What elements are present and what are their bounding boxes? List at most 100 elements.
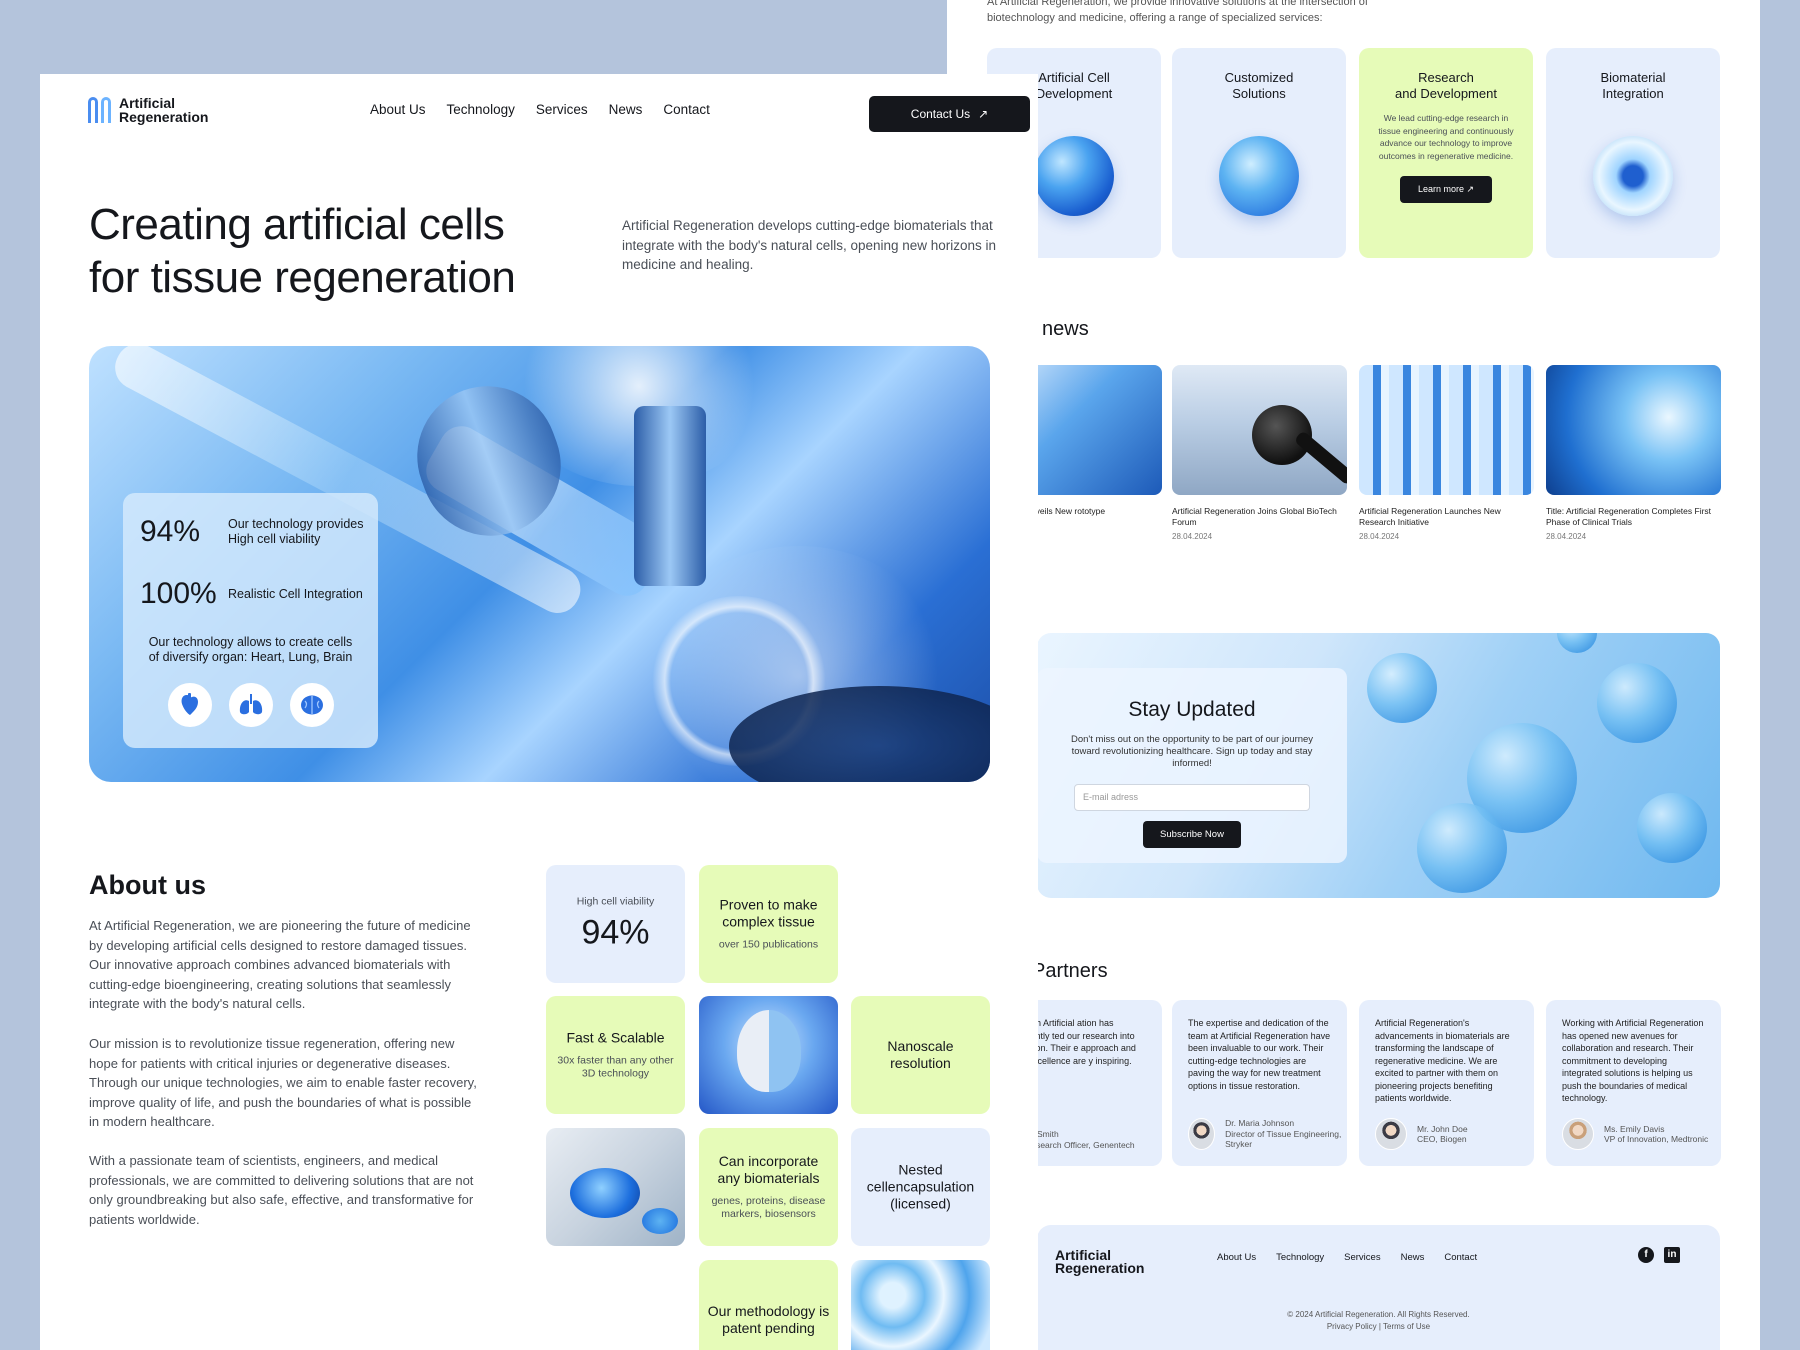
testimonial-card: Working with Artificial Regeneration has…	[1546, 1000, 1721, 1166]
author-role: Director of Tissue Engineering, Stryker	[1225, 1128, 1342, 1150]
stat-value: 100%	[140, 577, 217, 610]
footer-link-technology[interactable]: Technology	[1276, 1252, 1324, 1263]
footer-logo[interactable]: Artificial Regeneration	[1055, 1248, 1145, 1276]
logo-text: Regeneration	[1055, 1260, 1145, 1276]
news-date: 28.04.2024	[1359, 532, 1400, 541]
news-image[interactable]	[1172, 365, 1347, 495]
nav-link-technology[interactable]: Technology	[447, 102, 515, 117]
subscribe-text: Don't miss out on the opportunity to be …	[1070, 734, 1314, 769]
avatar	[1375, 1118, 1407, 1150]
site-logo[interactable]: Artificial Regeneration	[88, 96, 208, 124]
news-caption[interactable]: Title: Artificial Regeneration Completes…	[1546, 506, 1721, 542]
footer-link-contact[interactable]: Contact	[1444, 1252, 1477, 1263]
nav-link-services[interactable]: Services	[536, 102, 588, 117]
tile-head-image	[699, 996, 838, 1114]
tile-patent-pending: Our methodology is patent pending	[699, 1260, 838, 1350]
tile-title: Nanoscale resolution	[887, 1038, 954, 1071]
organ-icons	[123, 683, 378, 727]
service-title: Customized Solutions	[1224, 70, 1294, 101]
testimonial-author: Mr. John Doe CEO, Biogen	[1375, 1118, 1468, 1150]
linkedin-icon[interactable]: in	[1664, 1247, 1680, 1263]
service-card-research[interactable]: Research and Development We lead cutting…	[1359, 48, 1533, 258]
news-title: Title: Artificial Regeneration Completes…	[1546, 506, 1712, 527]
nav-link-news[interactable]: News	[609, 102, 643, 117]
news-date: 28.04.2024	[1546, 532, 1587, 541]
hero-title: Creating artificial cells for tissue reg…	[89, 198, 516, 304]
avatar	[1562, 1118, 1594, 1150]
partners-heading: Partners	[1032, 960, 1108, 982]
footer-nav: About Us Technology Services News Contac…	[1217, 1252, 1477, 1263]
tile-cells-image	[851, 1260, 990, 1350]
tile-cell-viability: High cell viability 94%	[546, 865, 685, 983]
legal-links[interactable]: Privacy Policy | Terms of Use	[1037, 1321, 1720, 1333]
testimonial-card: The expertise and dedication of the team…	[1172, 1000, 1347, 1166]
tile-nested-encapsulation: Nested cellencapsulation (licensed)	[851, 1128, 990, 1246]
footer-link-about[interactable]: About Us	[1217, 1252, 1256, 1263]
logo-text: Artificial	[119, 95, 176, 111]
footer-link-news[interactable]: News	[1401, 1252, 1425, 1263]
services-intro: At Artificial Regeneration, we provide i…	[987, 0, 1368, 24]
about-paragraph: At Artificial Regeneration, we are pione…	[89, 918, 471, 1011]
about-paragraph: With a passionate team of scientists, en…	[89, 1153, 474, 1227]
neuron-image	[1593, 136, 1673, 216]
tile-title: Can incorporate any biomaterials	[717, 1153, 820, 1186]
cell-image	[1034, 136, 1114, 216]
tile-title: Proven to make complex tissue	[719, 896, 818, 930]
hero-title-line: for tissue regeneration	[89, 253, 516, 302]
logo-text: Regeneration	[119, 109, 209, 125]
tile-nanoscale: Nanoscale resolution	[851, 996, 990, 1114]
subscribe-title: Stay Updated	[1128, 698, 1256, 721]
nav-link-contact[interactable]: Contact	[663, 102, 710, 117]
author-role: VP of Innovation, Medtronic	[1604, 1134, 1709, 1144]
stat-value: 94%	[140, 515, 201, 548]
cell-bubble	[1557, 633, 1597, 653]
testimonial-quote: The expertise and dedication of the team…	[1188, 1018, 1331, 1091]
stat-label: Our technology provides High cell viabil…	[228, 517, 364, 546]
author-name: Dr. Maria Johnson	[1225, 1118, 1295, 1129]
tile-fast-scalable: Fast & Scalable 30x faster than any othe…	[546, 996, 685, 1114]
testimonial-quote: Working with Artificial Regeneration has…	[1562, 1018, 1704, 1103]
social-links: f in	[1638, 1247, 1680, 1263]
news-caption[interactable]: Artificial Regeneration Launches New Res…	[1359, 506, 1534, 542]
author-name: Ms. Emily Davis	[1604, 1123, 1665, 1134]
contact-us-button[interactable]: Contact Us ↗	[869, 96, 1030, 132]
tile-title: Fast & Scalable	[566, 1029, 665, 1046]
subscribe-button[interactable]: Subscribe Now	[1143, 821, 1241, 848]
testimonial-quote: Artificial Regeneration's advancements i…	[1375, 1018, 1510, 1103]
stats-card: 94% Our technology provides High cell vi…	[123, 493, 378, 748]
about-heading: About us	[89, 870, 206, 900]
learn-more-button[interactable]: Learn more ↗	[1399, 176, 1493, 203]
cell-bubble	[1367, 653, 1437, 723]
service-card-customized[interactable]: Customized Solutions	[1172, 48, 1346, 258]
news-image[interactable]	[1359, 365, 1534, 495]
service-title: Research and Development	[1395, 70, 1497, 101]
subscribe-card: Stay Updated Don't miss out on the oppor…	[1037, 668, 1347, 863]
facebook-icon[interactable]: f	[1638, 1247, 1654, 1263]
email-input[interactable]: E-mail adress	[1074, 784, 1310, 811]
about-paragraph: Our mission is to revolutionize tissue r…	[89, 1036, 477, 1129]
tile-biomaterials: Can incorporate any biomaterials genes, …	[699, 1128, 838, 1246]
news-image[interactable]	[1546, 365, 1721, 495]
heart-icon	[167, 683, 212, 727]
copyright-text: © 2024 Artificial Regeneration. All Righ…	[1287, 1310, 1470, 1319]
tile-proven: Proven to make complex tissue over 150 p…	[699, 865, 838, 983]
tile-subtitle: 30x faster than any other 3D technology	[557, 1054, 674, 1080]
service-card-biomaterial[interactable]: Biomaterial Integration	[1546, 48, 1720, 258]
tile-label: High cell viability	[576, 895, 655, 908]
contact-us-label: Contact Us	[910, 107, 971, 121]
nav-link-about[interactable]: About Us	[370, 102, 426, 117]
tile-petri-image	[546, 1128, 685, 1246]
tile-subtitle: over 150 publications	[718, 938, 819, 951]
stat-label: Realistic Cell Integration	[228, 586, 363, 601]
footer-link-services[interactable]: Services	[1344, 1252, 1380, 1263]
author-name: Mr. John Doe	[1417, 1123, 1468, 1134]
news-title: Artificial Regeneration Joins Global Bio…	[1172, 506, 1337, 527]
main-nav: About Us Technology Services News Contac…	[370, 102, 710, 117]
news-caption[interactable]: Artificial Regeneration Joins Global Bio…	[1172, 506, 1347, 542]
back-page: At Artificial Regeneration, we provide i…	[947, 0, 1760, 1350]
stats-description: Our technology allows to create cells of…	[148, 635, 353, 664]
logo-icon	[88, 97, 111, 123]
cell-image	[1219, 136, 1299, 216]
arrow-up-right-icon: ↗	[978, 107, 989, 121]
stat-integration: 100% Realistic Cell Integration	[140, 577, 368, 611]
